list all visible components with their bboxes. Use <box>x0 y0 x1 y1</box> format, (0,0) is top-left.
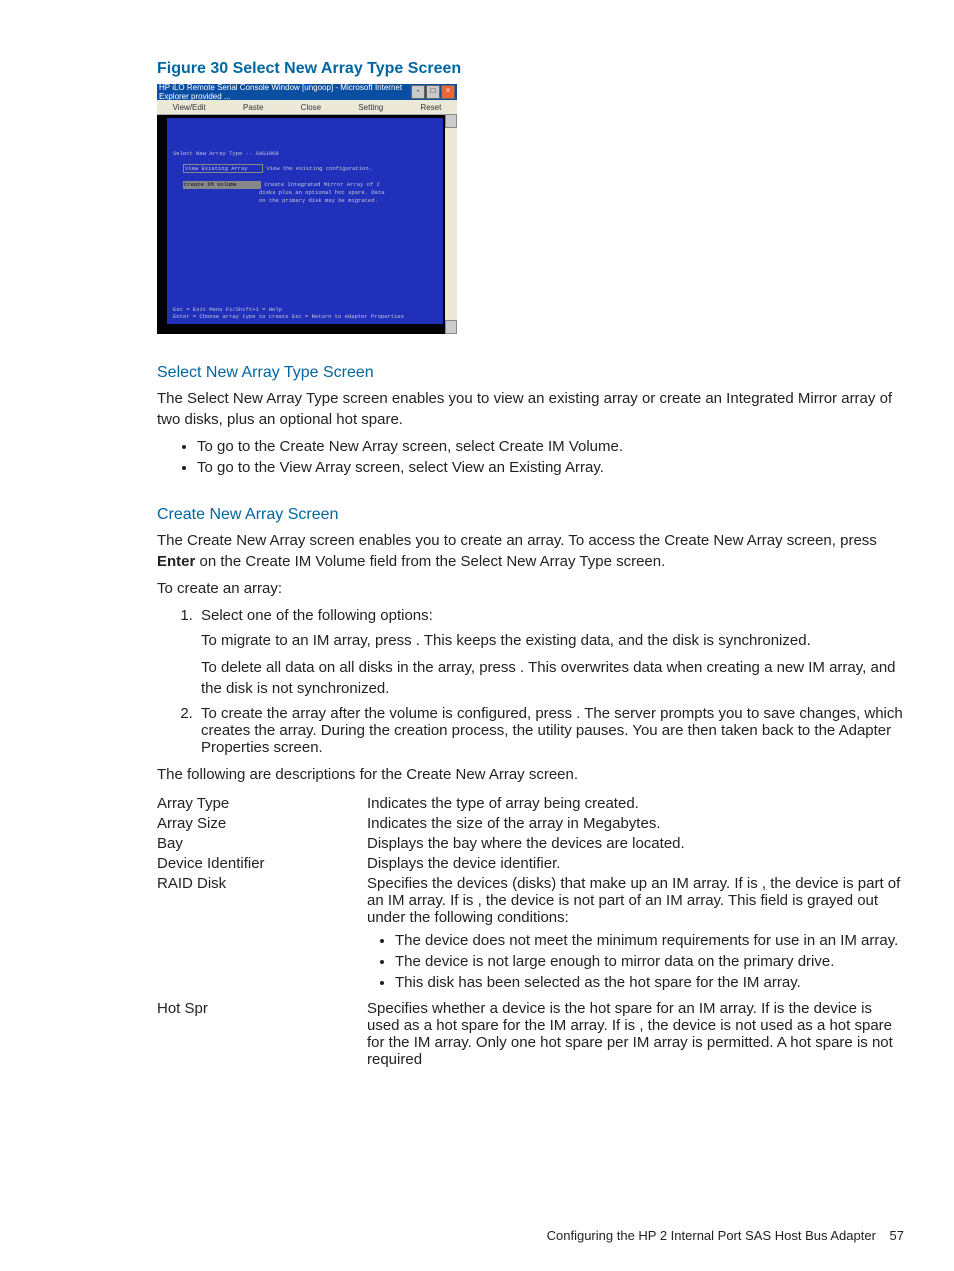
console-footer: Enter = Choose array type to create Esc … <box>173 313 437 321</box>
footer-text: Configuring the HP 2 Internal Port SAS H… <box>547 1228 876 1243</box>
def-body: Specifies whether a device is the hot sp… <box>367 1000 904 1068</box>
list-item: The device is not large enough to mirror… <box>395 953 904 970</box>
def-term: RAID Disk <box>157 875 367 892</box>
step-item: To create the array after the volume is … <box>197 705 904 756</box>
body-paragraph: The following are descriptions for the C… <box>157 764 904 785</box>
console-area: Select New Array Type -- SAS1068 View Ex… <box>167 118 443 324</box>
console-desc: on the primary disk may be migrated. <box>259 197 378 205</box>
window-titlebar: HP iLO Remote Serial Console Window [ung… <box>157 84 457 100</box>
ordered-steps: Select one of the following options: To … <box>157 607 904 756</box>
menu-item: Close <box>301 103 321 112</box>
list-item: To go to the Create New Array screen, se… <box>197 438 904 455</box>
minimize-icon: - <box>411 85 425 99</box>
def-term: Array Type <box>157 795 367 812</box>
list-item: To go to the View Array screen, select V… <box>197 459 904 476</box>
close-icon: × <box>441 85 455 99</box>
console-desc: View the existing configuration. <box>266 165 372 173</box>
menu-item: View/Edit <box>173 103 206 112</box>
console-option-view: View Existing Array <box>183 164 263 174</box>
screenshot-figure: HP iLO Remote Serial Console Window [ung… <box>157 84 457 334</box>
menu-item: Reset <box>420 103 441 112</box>
def-body: Displays the bay where the devices are l… <box>367 835 904 852</box>
list-item: The device does not meet the minimum req… <box>395 932 904 949</box>
console-header: Select New Array Type -- SAS1068 <box>173 150 437 158</box>
menubar: View/Edit Paste Close Setting Reset <box>157 100 457 115</box>
definitions: Array Type Indicates the type of array b… <box>157 795 904 1068</box>
section-heading: Select New Array Type Screen <box>157 364 904 382</box>
page-number: 57 <box>890 1228 904 1243</box>
figure-caption: Figure 30 Select New Array Type Screen <box>157 60 904 78</box>
def-row: Array Size Indicates the size of the arr… <box>157 815 904 832</box>
def-row: Array Type Indicates the type of array b… <box>157 795 904 812</box>
body-paragraph: To create an array: <box>157 578 904 599</box>
def-term: Array Size <box>157 815 367 832</box>
def-term: Device Identifier <box>157 855 367 872</box>
body-paragraph: The Create New Array screen enables you … <box>157 530 904 572</box>
def-term: Bay <box>157 835 367 852</box>
page-footer: Configuring the HP 2 Internal Port SAS H… <box>547 1228 904 1243</box>
maximize-icon: □ <box>426 85 440 99</box>
console-footer: Esc = Exit Menu F1/Shift+1 = Help <box>173 306 437 314</box>
page: Figure 30 Select New Array Type Screen H… <box>0 0 954 1271</box>
def-row: Bay Displays the bay where the devices a… <box>157 835 904 852</box>
section-heading: Create New Array Screen <box>157 506 904 524</box>
bullet-list: To go to the Create New Array screen, se… <box>157 438 904 476</box>
step-option: To migrate to an IM array, press . This … <box>201 630 904 651</box>
window-controls: - □ × <box>411 85 455 99</box>
def-row: RAID Disk Specifies the devices (disks) … <box>157 875 904 997</box>
def-body: Displays the device identifier. <box>367 855 904 872</box>
step-item: Select one of the following options: To … <box>197 607 904 699</box>
scrollbar <box>445 114 457 334</box>
menu-item: Paste <box>243 103 263 112</box>
menu-item: Setting <box>358 103 383 112</box>
body-paragraph: The Select New Array Type screen enables… <box>157 388 904 430</box>
scroll-up-icon <box>445 114 457 128</box>
list-item: This disk has been selected as the hot s… <box>395 974 904 991</box>
def-row: Device Identifier Displays the device id… <box>157 855 904 872</box>
def-body: Indicates the size of the array in Megab… <box>367 815 904 832</box>
console-desc: Create Integrated Mirror Array of 2 <box>264 181 380 189</box>
scroll-down-icon <box>445 320 457 334</box>
def-term: Hot Spr <box>157 1000 367 1017</box>
def-body: Indicates the type of array being create… <box>367 795 904 812</box>
window-title: HP iLO Remote Serial Console Window [ung… <box>159 83 411 101</box>
def-row: Hot Spr Specifies whether a device is th… <box>157 1000 904 1068</box>
def-body: Specifies the devices (disks) that make … <box>367 875 904 997</box>
step-option: To delete all data on all disks in the a… <box>201 657 904 699</box>
console-desc: disks plus an optional hot spare. Data <box>259 189 384 197</box>
console-option-create: Create IM Volume <box>183 181 261 189</box>
